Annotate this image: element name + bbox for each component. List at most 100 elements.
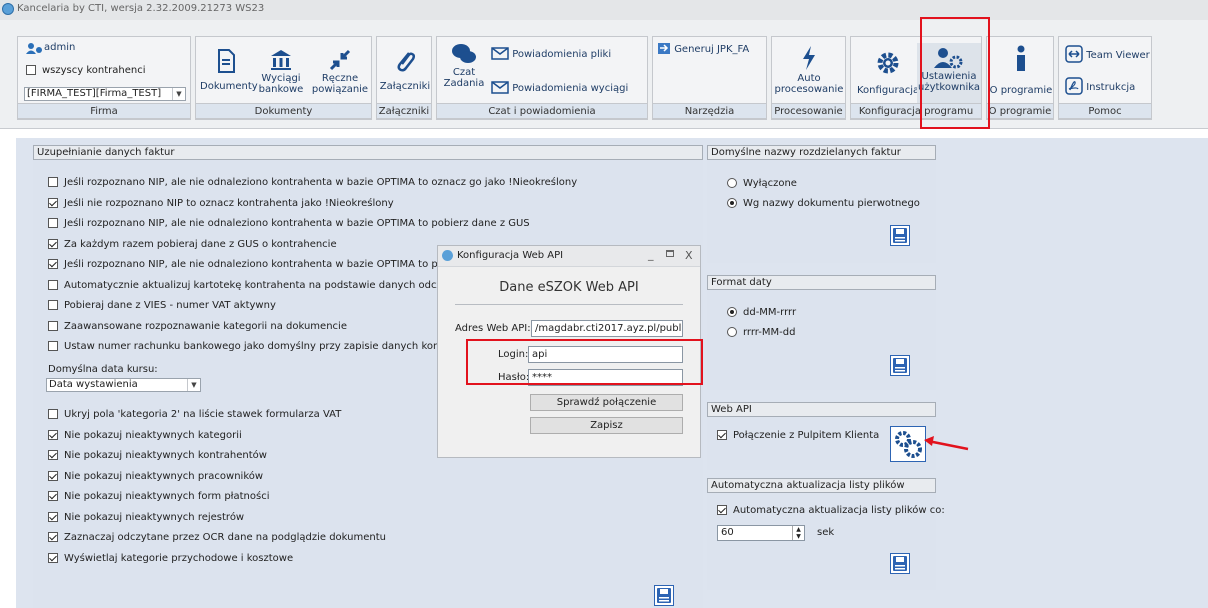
group-label-pomoc: Pomoc <box>1058 103 1152 119</box>
option-label: Za każdym razem pobieraj dane z GUS o ko… <box>64 238 337 250</box>
checkbox-checked[interactable] <box>48 511 58 522</box>
minimize-icon[interactable]: _ <box>648 248 654 261</box>
save-icon-button[interactable] <box>890 355 910 376</box>
option-checkbox[interactable]: Ukryj pola 'kategoria 2' na liście stawe… <box>48 408 341 422</box>
date-format-header: Format daty <box>707 275 936 290</box>
checkbox-checked[interactable] <box>48 470 58 481</box>
checkbox-unchecked[interactable] <box>48 409 58 419</box>
login-input[interactable]: api <box>528 346 683 363</box>
rate-date-select[interactable]: Data wystawienia ▼ <box>46 378 201 392</box>
user-settings-button[interactable]: Ustawienia użytkownika <box>917 43 981 107</box>
documents-button[interactable]: Dokumenty <box>200 49 258 92</box>
test-connection-button[interactable]: Sprawdź połączenie <box>530 394 683 411</box>
save-icon-button[interactable] <box>654 585 674 606</box>
company-select[interactable]: [FIRMA_TEST][Firma_TEST] ▼ <box>24 87 186 101</box>
all-contractors-checkbox[interactable]: wszyscy kontrahenci <box>26 65 146 76</box>
option-checkbox[interactable]: Jeśli rozpoznano NIP, ale nie odnalezion… <box>48 258 469 272</box>
spinner-arrows-icon[interactable]: ▲ ▼ <box>792 526 804 540</box>
maximize-icon[interactable] <box>666 250 674 257</box>
checkbox-checked[interactable] <box>48 450 58 460</box>
option-checkbox[interactable]: Automatycznie aktualizuj kartotekę kontr… <box>48 279 475 293</box>
checkbox-checked[interactable] <box>48 238 58 249</box>
option-checkbox[interactable]: Nie pokazuj nieaktywnych pracowników <box>48 470 263 484</box>
option-checkbox[interactable]: Pobieraj dane z VIES - numer VAT aktywny <box>48 299 276 313</box>
title-bar: Kancelaria by CTI, wersja 2.32.2009.2127… <box>0 0 1208 20</box>
option-checkbox[interactable]: Nie pokazuj nieaktywnych form płatności <box>48 490 270 504</box>
floppy-icon <box>657 588 671 603</box>
user-settings-icon <box>934 48 963 69</box>
split-option-original[interactable]: Wg nazwy dokumentu pierwotnego <box>727 197 920 211</box>
auto-processing-button[interactable]: Auto procesowanie <box>774 45 844 95</box>
save-icon-button[interactable] <box>890 225 910 246</box>
url-label: Adres Web API: <box>455 323 531 334</box>
checkbox-checked[interactable] <box>48 197 58 208</box>
dialog-heading: Dane eSZOK Web API <box>499 280 639 295</box>
paperclip-icon <box>397 52 416 72</box>
checkbox-checked[interactable] <box>48 552 58 563</box>
configuration-button[interactable]: Konfiguracja <box>857 51 919 96</box>
option-checkbox[interactable]: Nie pokazuj nieaktywnych rejestrów <box>48 511 244 525</box>
checkbox-unchecked[interactable] <box>48 177 58 187</box>
option-label: Nie pokazuj nieaktywnych pracowników <box>64 470 264 482</box>
generate-jpk-button[interactable]: Generuj JPK_FA <box>657 42 749 55</box>
notify-files-button[interactable]: Powiadomienia pliki <box>491 47 611 60</box>
option-label: Nie pokazuj nieaktywnych kontrahentów <box>64 450 267 461</box>
chat-tasks-button[interactable]: Czat Zadania <box>441 43 487 89</box>
floppy-icon <box>893 228 907 243</box>
checkbox-checked[interactable] <box>48 429 58 440</box>
manual-button[interactable]: Instrukcja <box>1065 77 1135 95</box>
password-input[interactable]: **** <box>528 369 683 386</box>
option-checkbox[interactable]: Zaznaczaj odczytane przez OCR dane na po… <box>48 531 386 545</box>
auto-processing-label: Auto procesowanie <box>774 73 844 95</box>
option-checkbox[interactable]: Jeśli rozpoznano NIP, ale nie odnalezion… <box>48 217 530 231</box>
client-desktop-label: Połączenie z Pulpitem Klienta <box>733 430 880 441</box>
group-label-narzedzia: Narzędzia <box>652 103 767 119</box>
floppy-icon <box>893 556 907 571</box>
interval-spinner[interactable]: 60 ▲ ▼ <box>717 525 805 541</box>
group-label-firma: Firma <box>17 103 191 119</box>
arrows-in-icon <box>329 49 351 71</box>
about-button[interactable]: O programie <box>989 45 1053 96</box>
split-option-off[interactable]: Wyłączone <box>727 177 797 191</box>
option-checkbox[interactable]: Za każdym razem pobieraj dane z GUS o ko… <box>48 238 337 252</box>
all-contractors-label: wszyscy kontrahenci <box>42 65 146 76</box>
option-label: Pobieraj dane z VIES - numer VAT aktywny <box>64 300 276 311</box>
checkbox-unchecked[interactable] <box>48 320 58 331</box>
option-checkbox[interactable]: Jeśli rozpoznano NIP, ale nie odnalezion… <box>48 176 577 190</box>
checkbox-unchecked[interactable] <box>48 300 58 310</box>
checkbox-unchecked[interactable] <box>48 218 58 228</box>
save-button[interactable]: Zapisz <box>530 417 683 434</box>
option-checkbox[interactable]: Nie pokazuj nieaktywnych kontrahentów <box>48 449 267 463</box>
password-label: Hasło: <box>498 372 530 383</box>
checkbox-checked[interactable] <box>48 491 58 501</box>
group-label-konfiguracja: Konfiguracja programu <box>850 103 982 119</box>
date-option-rrrr[interactable]: rrrr-MM-dd <box>727 326 795 340</box>
checkbox-unchecked[interactable] <box>48 279 58 290</box>
save-icon-button[interactable] <box>890 553 910 574</box>
attachments-button[interactable]: Załączniki <box>379 49 431 92</box>
date-option-ddmm[interactable]: dd-MM-rrrr <box>727 306 796 320</box>
option-label: Nie pokazuj nieaktywnych form płatności <box>64 491 270 502</box>
close-icon[interactable]: X <box>685 249 693 262</box>
option-checkbox[interactable]: Jeśli nie rozpoznano NIP to oznacz kontr… <box>48 197 394 211</box>
client-desktop-checkbox[interactable]: Połączenie z Pulpitem Klienta <box>717 429 879 443</box>
info-icon <box>1017 45 1025 71</box>
team-viewer-button[interactable]: Team Viewer <box>1065 45 1150 63</box>
checkbox-checked[interactable] <box>48 532 58 542</box>
notify-statements-button[interactable]: Powiadomienia wyciągi <box>491 81 628 94</box>
manual-link-button[interactable]: Ręczne powiązanie <box>310 49 370 95</box>
url-input[interactable]: /magdabr.cti2017.ayz.pl/public/api <box>531 320 683 337</box>
option-checkbox[interactable]: Zaawansowane rozpoznawanie kategorii na … <box>48 320 347 334</box>
envelope-icon <box>491 81 509 94</box>
checkbox-unchecked[interactable] <box>48 341 58 351</box>
option-checkbox[interactable]: Nie pokazuj nieaktywnych kategorii <box>48 429 242 443</box>
chat-tasks-label: Czat Zadania <box>443 67 485 89</box>
login-label: Login: <box>498 349 529 360</box>
option-checkbox[interactable]: Ustaw numer rachunku bankowego jako domy… <box>48 340 472 354</box>
auto-update-checkbox[interactable]: Automatyczna aktualizacja listy plików c… <box>717 504 945 518</box>
checkbox-checked[interactable] <box>48 259 58 269</box>
date-option-rrrr-label: rrrr-MM-dd <box>743 327 796 338</box>
option-checkbox[interactable]: Wyświetlaj kategorie przychodowe i koszt… <box>48 552 293 566</box>
bank-statements-button[interactable]: Wyciągi bankowe <box>256 49 306 95</box>
user-indicator: admin <box>26 42 75 57</box>
